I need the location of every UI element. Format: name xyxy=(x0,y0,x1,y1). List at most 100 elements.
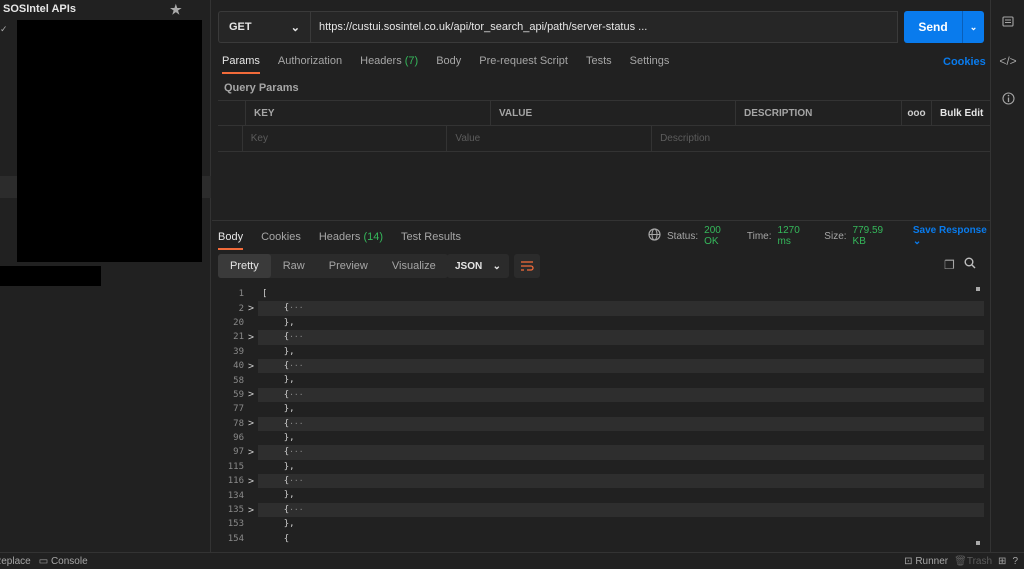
documentation-icon[interactable] xyxy=(991,16,1024,31)
view-pretty[interactable]: Pretty xyxy=(218,254,271,278)
collapsed-marker[interactable]: ··· xyxy=(289,390,303,399)
line-number: 96 xyxy=(233,433,244,444)
code-text: }, xyxy=(283,490,295,501)
code-text: {··· xyxy=(258,358,984,374)
tab-tests[interactable]: Tests xyxy=(586,52,612,72)
size-value[interactable]: 779.59 KB xyxy=(853,225,895,247)
chevron-right-icon[interactable]: > xyxy=(244,505,258,516)
status-value[interactable]: 200 OK xyxy=(704,225,735,247)
line-number: 134 xyxy=(227,490,244,501)
code-line: 1[ xyxy=(218,287,984,301)
code-line: 78 > {··· xyxy=(218,416,984,431)
key-input[interactable]: Key xyxy=(243,126,448,151)
code-icon[interactable]: </> xyxy=(991,54,1024,68)
query-params-title: Query Params xyxy=(224,82,299,94)
line-number: 116 xyxy=(227,476,244,487)
chevron-down-icon: ⌄ xyxy=(290,21,300,34)
tab-response-cookies[interactable]: Cookies xyxy=(261,228,301,248)
collapsed-marker[interactable]: ··· xyxy=(289,476,303,485)
chevron-right-icon[interactable]: > xyxy=(244,361,258,372)
trash-icon: 🗑 xyxy=(954,555,967,567)
column-value: VALUE xyxy=(491,101,736,125)
tab-headers[interactable]: Headers (7) xyxy=(360,52,418,72)
request-tabs: Params Authorization Headers (7) Body Pr… xyxy=(222,52,687,74)
collapsed-marker[interactable]: ··· xyxy=(289,303,303,312)
column-description: DESCRIPTION xyxy=(736,101,902,125)
format-label: JSON xyxy=(455,260,483,272)
tab-body[interactable]: Body xyxy=(436,52,461,72)
runner-button[interactable]: ⊡ Runner xyxy=(904,556,948,567)
view-raw[interactable]: Raw xyxy=(271,254,317,278)
collapsed-marker[interactable]: ··· xyxy=(289,447,303,456)
status-bar-left: Replace ▭ Console xyxy=(0,556,88,567)
right-rail: </> xyxy=(990,0,1024,552)
view-preview[interactable]: Preview xyxy=(317,254,380,278)
response-body-editor[interactable]: 1[2 > {··· 20 }, 21 > {··· 39 }, 40 > {··· 58 },… xyxy=(218,287,984,547)
copy-icon[interactable]: ❐ xyxy=(944,258,955,272)
method-select[interactable]: GET ⌄ xyxy=(218,11,310,43)
scrollbar[interactable] xyxy=(976,541,980,545)
code-text: }, xyxy=(283,317,295,328)
line-number: 77 xyxy=(233,404,244,415)
code-text: {··· xyxy=(258,474,984,489)
format-select[interactable]: JSON ⌄ xyxy=(447,254,509,278)
chevron-down-icon[interactable]: ⌄ xyxy=(962,11,984,43)
collapsed-marker[interactable]: ··· xyxy=(289,505,303,514)
code-text: }, xyxy=(283,346,295,357)
collapsed-marker[interactable]: ··· xyxy=(289,419,303,428)
layout-icon[interactable]: ⊞ xyxy=(998,556,1006,567)
tab-response-headers[interactable]: Headers (14) xyxy=(319,228,383,248)
description-input[interactable]: Description xyxy=(652,126,990,151)
redacted-area xyxy=(17,20,202,262)
column-key: KEY xyxy=(246,101,491,125)
code-line: 21 > {··· xyxy=(218,330,984,345)
chevron-right-icon[interactable]: > xyxy=(244,332,258,343)
line-number: 153 xyxy=(227,519,244,530)
code-line: 97 > {··· xyxy=(218,445,984,460)
info-icon[interactable] xyxy=(991,92,1024,108)
tab-test-results[interactable]: Test Results xyxy=(401,228,461,248)
chevron-right-icon[interactable]: > xyxy=(244,389,258,400)
tab-settings[interactable]: Settings xyxy=(630,52,670,72)
star-icon[interactable]: ★ xyxy=(170,2,182,18)
globe-icon[interactable] xyxy=(648,228,661,244)
more-options-icon[interactable]: ooo xyxy=(902,101,932,125)
chevron-down-icon[interactable]: ✓ xyxy=(0,24,8,35)
tab-pre-request-script[interactable]: Pre-request Script xyxy=(479,52,568,72)
chevron-right-icon[interactable]: > xyxy=(244,447,258,458)
collapsed-marker[interactable]: ··· xyxy=(289,332,303,341)
wrap-lines-icon[interactable] xyxy=(514,254,540,278)
send-button[interactable]: Send ⌄ xyxy=(904,11,984,43)
chevron-right-icon[interactable]: > xyxy=(244,476,258,487)
chevron-right-icon[interactable]: > xyxy=(244,418,258,429)
code-text: }, xyxy=(283,432,295,443)
value-input[interactable]: Value xyxy=(447,126,653,151)
help-icon[interactable]: ? xyxy=(1012,556,1018,567)
time-value[interactable]: 1270 ms xyxy=(778,225,813,247)
response-headers-count: (14) xyxy=(363,231,384,243)
tab-params[interactable]: Params xyxy=(222,52,260,74)
console-button[interactable]: ▭ Console xyxy=(39,556,88,567)
table-header-row: KEY VALUE DESCRIPTION ooo Bulk Edit xyxy=(218,100,990,126)
trash-button[interactable]: 🗑Trash xyxy=(954,556,992,567)
pane-divider[interactable] xyxy=(212,220,990,221)
tab-response-body[interactable]: Body xyxy=(218,228,244,250)
chevron-right-icon[interactable]: > xyxy=(244,303,258,314)
bulk-edit-button[interactable]: Bulk Edit xyxy=(932,101,990,125)
code-line: 135 > {··· xyxy=(218,502,984,518)
collection-header[interactable]: SOSIntel APIs ★ xyxy=(0,0,210,18)
redacted-area xyxy=(0,266,101,286)
search-icon[interactable] xyxy=(964,257,976,272)
scrollbar[interactable] xyxy=(976,287,980,291)
code-text: {··· xyxy=(258,416,984,431)
find-replace-button[interactable]: Replace xyxy=(0,556,31,567)
status-bar: Replace ▭ Console ⊡ Runner 🗑Trash ⊞ ? xyxy=(0,552,1024,569)
url-input[interactable]: https://custui.sosintel.co.uk/api/tor_se… xyxy=(310,11,898,43)
code-line: 39 }, xyxy=(218,345,984,359)
tab-authorization[interactable]: Authorization xyxy=(278,52,342,72)
collapsed-marker[interactable]: ··· xyxy=(289,361,303,370)
line-number: 58 xyxy=(233,375,244,386)
view-visualize[interactable]: Visualize xyxy=(380,254,448,278)
save-response-button[interactable]: Save Response ⌄ xyxy=(913,225,990,247)
cookies-link[interactable]: Cookies xyxy=(943,56,986,68)
